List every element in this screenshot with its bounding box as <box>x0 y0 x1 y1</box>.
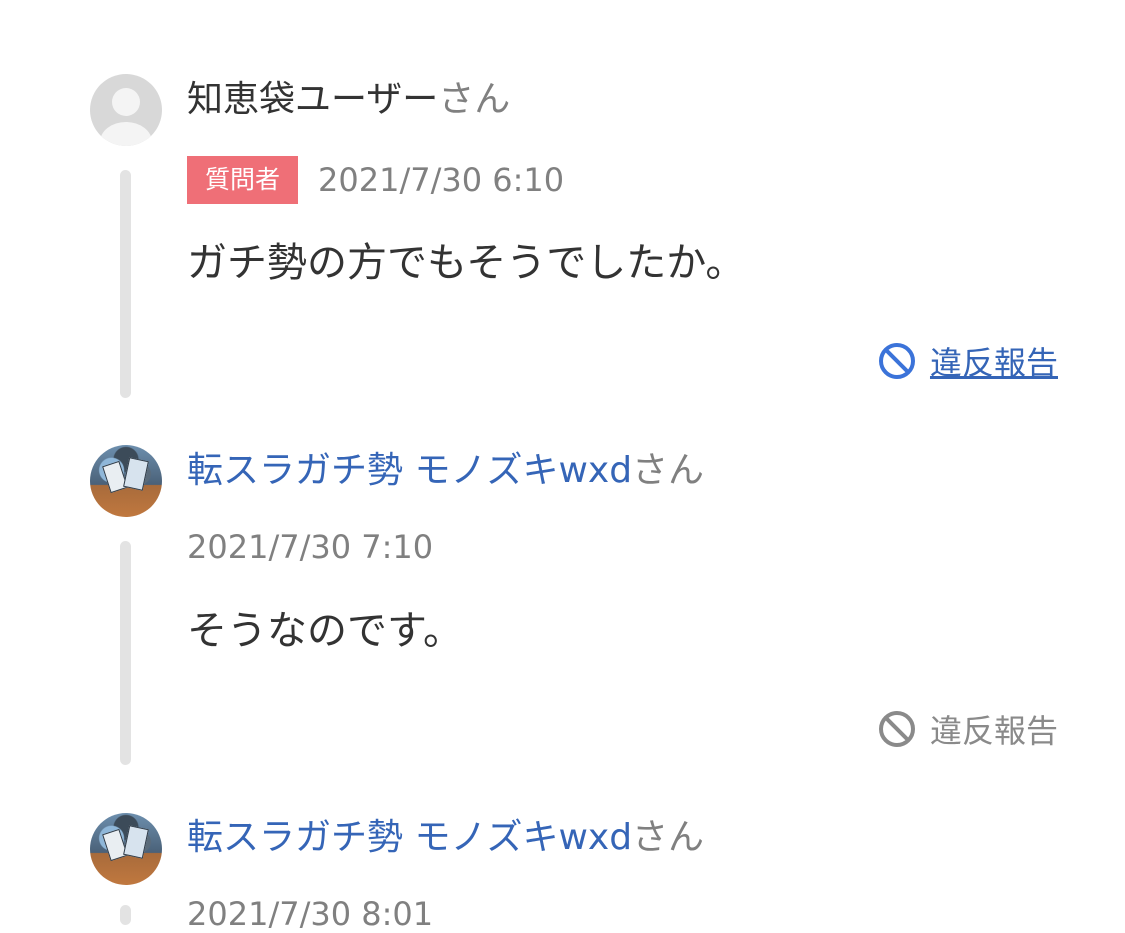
report-link[interactable]: 違反報告 <box>878 338 1058 384</box>
prohibited-icon <box>878 343 915 379</box>
report-link[interactable]: 違反報告 <box>878 706 1058 752</box>
thread-rail <box>120 170 131 398</box>
thread-rail <box>120 541 131 765</box>
prohibited-icon <box>878 711 915 747</box>
author-line: 知恵袋ユーザーさん <box>187 78 510 122</box>
avatar-photo[interactable] <box>90 813 162 885</box>
author-line: 転スラガチ勢 モノズキwxdさん <box>187 816 704 860</box>
author-honorific: さん <box>438 79 511 120</box>
author-name-link[interactable]: 転スラガチ勢 モノズキwxd <box>187 817 632 858</box>
timestamp: 2021/7/30 6:10 <box>318 161 565 199</box>
author-name-link[interactable]: 転スラガチ勢 モノズキwxd <box>187 450 632 491</box>
user-silhouette-icon <box>112 88 140 116</box>
comment-meta: 2021/7/30 8:01 <box>187 895 433 933</box>
report-label[interactable]: 違反報告 <box>930 338 1058 384</box>
avatar-photo[interactable] <box>90 445 162 517</box>
comment-meta: 質問者 2021/7/30 6:10 <box>187 156 564 204</box>
timestamp: 2021/7/30 7:10 <box>187 528 434 566</box>
timestamp: 2021/7/30 8:01 <box>187 895 434 933</box>
thread-rail <box>120 905 131 925</box>
author-line: 転スラガチ勢 モノズキwxdさん <box>187 449 704 493</box>
questioner-badge: 質問者 <box>187 156 299 204</box>
author-name: 知恵袋ユーザー <box>187 79 439 120</box>
avatar-default <box>90 74 162 146</box>
author-honorific: さん <box>632 450 705 491</box>
comment-meta: 2021/7/30 7:10 <box>187 528 433 566</box>
author-honorific: さん <box>632 817 705 858</box>
comment-text: そうなのです。 <box>187 608 463 654</box>
report-label[interactable]: 違反報告 <box>930 706 1058 752</box>
comment-text: ガチ勢の方でもそうでしたか。 <box>187 240 746 286</box>
